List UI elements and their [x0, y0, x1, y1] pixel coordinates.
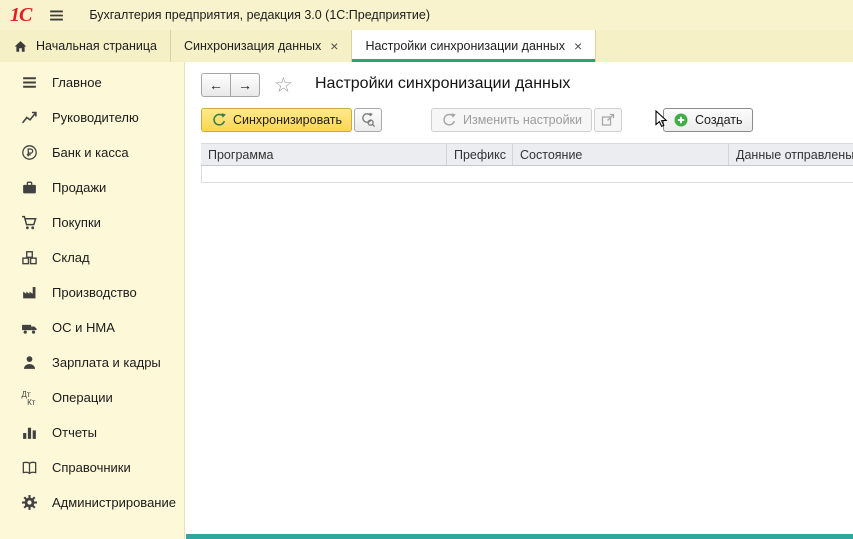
- menu-lines-icon: [21, 74, 38, 91]
- stacked-boxes-icon: [21, 249, 38, 266]
- tab-sync-settings[interactable]: Настройки синхронизации данных ×: [352, 30, 596, 62]
- toolbar: Синхронизировать Изменить настройки Созд…: [201, 107, 853, 133]
- sidebar-item-label: Справочники: [52, 460, 131, 475]
- dt-kt-icon: ДтКт: [21, 389, 38, 406]
- sidebar-item-label: Продажи: [52, 180, 106, 195]
- create-label: Создать: [695, 113, 743, 127]
- sidebar-item-label: Покупки: [52, 215, 101, 230]
- sidebar-item-warehouse[interactable]: Склад: [0, 240, 184, 275]
- column-header-program[interactable]: Программа: [201, 144, 447, 165]
- sidebar-item-label: Зарплата и кадры: [52, 355, 161, 370]
- sidebar-item-fixed-assets[interactable]: ОС и НМА: [0, 310, 184, 345]
- page-title: Настройки синхронизации данных: [315, 75, 570, 93]
- sync-search-icon: [360, 112, 376, 128]
- tab-label: Синхронизация данных: [184, 39, 321, 53]
- tab-home[interactable]: Начальная страница: [0, 30, 171, 62]
- column-header-data-sent[interactable]: Данные отправлены: [729, 144, 853, 165]
- person-icon: [21, 354, 38, 371]
- sidebar-item-label: Главное: [52, 75, 102, 90]
- ruble-circle-icon: [21, 144, 38, 161]
- favorites-star-icon[interactable]: ☆: [274, 75, 293, 96]
- column-header-state[interactable]: Состояние: [513, 144, 729, 165]
- open-window-icon: [600, 112, 616, 128]
- sidebar-item-salary-hr[interactable]: Зарплата и кадры: [0, 345, 184, 380]
- home-icon: [13, 39, 28, 54]
- forward-icon: →: [238, 77, 252, 93]
- window-bottom-edge: [186, 534, 853, 539]
- back-button[interactable]: ←: [201, 73, 231, 97]
- sync-icon: [211, 112, 227, 128]
- sidebar-item-label: Банк и касса: [52, 145, 129, 160]
- sidebar-item-bank-cash[interactable]: Банк и касса: [0, 135, 184, 170]
- edit-settings-label: Изменить настройки: [463, 113, 582, 127]
- synchronize-options-button[interactable]: [354, 108, 382, 132]
- trend-chart-icon: [21, 109, 38, 126]
- sidebar-item-label: ОС и НМА: [52, 320, 115, 335]
- truck-icon: [21, 319, 38, 336]
- main-content: ← → ☆ Настройки синхронизации данных Син…: [186, 62, 853, 539]
- create-button[interactable]: Создать: [663, 108, 753, 132]
- sidebar-item-label: Склад: [52, 250, 90, 265]
- sidebar-item-reports[interactable]: Отчеты: [0, 415, 184, 450]
- svg-text:Кт: Кт: [27, 398, 36, 406]
- sync-table-header: Программа Префикс Состояние Данные отпра…: [201, 143, 853, 166]
- sidebar-item-sales[interactable]: Продажи: [0, 170, 184, 205]
- bar-chart-icon: [21, 424, 38, 441]
- open-settings-form-button[interactable]: [594, 108, 622, 132]
- sidebar-item-manager[interactable]: Руководителю: [0, 100, 184, 135]
- gear-icon: [21, 494, 38, 511]
- sidebar-item-administration[interactable]: Администрирование: [0, 485, 184, 520]
- tab-bar: Начальная страница Синхронизация данных …: [0, 30, 853, 62]
- 1c-logo: 1С: [10, 4, 31, 27]
- sidebar-item-label: Отчеты: [52, 425, 97, 440]
- section-sidebar: Главное Руководителю Банк и касса Продаж…: [0, 62, 185, 539]
- window-title: Бухгалтерия предприятия, редакция 3.0 (1…: [89, 8, 430, 22]
- tab-label: Начальная страница: [36, 39, 157, 53]
- edit-settings-button[interactable]: Изменить настройки: [431, 108, 592, 132]
- sidebar-item-label: Операции: [52, 390, 113, 405]
- back-icon: ←: [209, 77, 223, 93]
- sidebar-item-label: Руководителю: [52, 110, 139, 125]
- sidebar-item-label: Администрирование: [52, 495, 176, 510]
- shopping-cart-icon: [21, 214, 38, 231]
- edit-settings-icon: [441, 112, 457, 128]
- create-plus-icon: [673, 112, 689, 128]
- forward-button[interactable]: →: [231, 73, 260, 97]
- sidebar-item-production[interactable]: Производство: [0, 275, 184, 310]
- column-header-prefix[interactable]: Префикс: [447, 144, 513, 165]
- sidebar-item-purchases[interactable]: Покупки: [0, 205, 184, 240]
- navigation-controls: ← → ☆: [201, 73, 293, 97]
- hamburger-menu-icon: [48, 7, 65, 24]
- synchronize-button[interactable]: Синхронизировать: [201, 108, 352, 132]
- main-menu-button[interactable]: [45, 4, 67, 26]
- close-icon[interactable]: ×: [330, 39, 338, 53]
- factory-icon: [21, 284, 38, 301]
- tab-data-sync[interactable]: Синхронизация данных ×: [171, 30, 353, 62]
- synchronize-label: Синхронизировать: [233, 113, 342, 127]
- close-icon[interactable]: ×: [574, 39, 582, 53]
- briefcase-icon: [21, 179, 38, 196]
- sidebar-item-label: Производство: [52, 285, 137, 300]
- sidebar-item-main[interactable]: Главное: [0, 65, 184, 100]
- sidebar-item-operations[interactable]: ДтКт Операции: [0, 380, 184, 415]
- tab-label: Настройки синхронизации данных: [365, 39, 565, 53]
- sidebar-item-directories[interactable]: Справочники: [0, 450, 184, 485]
- titlebar: 1С Бухгалтерия предприятия, редакция 3.0…: [0, 0, 853, 30]
- book-icon: [21, 459, 38, 476]
- empty-table-row: [201, 166, 853, 183]
